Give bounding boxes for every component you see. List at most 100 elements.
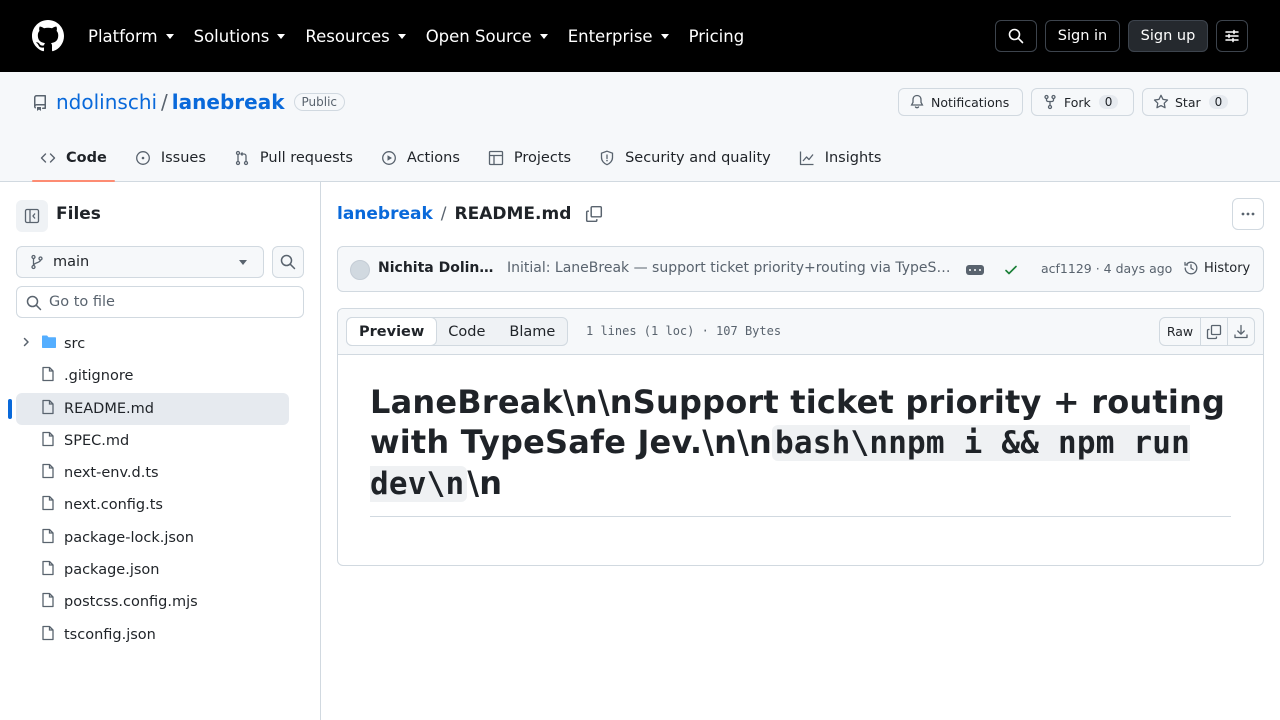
sign-up-button[interactable]: Sign up xyxy=(1128,20,1208,52)
branch-selector[interactable]: main xyxy=(16,246,264,278)
tab-code[interactable]: Code xyxy=(32,138,115,182)
star-icon xyxy=(1153,94,1169,109)
readme-heading-tail: \n xyxy=(467,464,503,502)
file-meta: 1 lines (1 loc) · 107 Bytes xyxy=(586,324,782,338)
download-raw-button[interactable] xyxy=(1227,317,1255,346)
history-button[interactable]: History xyxy=(1183,260,1250,276)
chevron-down-icon xyxy=(397,33,406,39)
tree-item-label: src xyxy=(64,336,86,352)
repo-icon xyxy=(33,95,46,111)
more-options-button[interactable] xyxy=(1232,198,1264,230)
global-nav: Platform Solutions Resources Open Source Ent… xyxy=(88,0,764,72)
breadcrumb: lanebreak / README.md xyxy=(337,204,603,224)
raw-button[interactable]: Raw xyxy=(1159,317,1201,346)
branch-name: main xyxy=(53,254,90,270)
global-nav-label: Resources xyxy=(305,26,390,46)
blame-tab[interactable]: Blame xyxy=(497,318,567,345)
copy-path-button[interactable] xyxy=(585,205,603,223)
repo-name-link[interactable]: lanebreak xyxy=(172,90,285,114)
file-icon xyxy=(40,625,56,645)
tree-file[interactable]: tsconfig.json xyxy=(0,619,321,651)
go-to-file-input[interactable]: Go to file xyxy=(16,286,304,318)
file-view: lanebreak / README.md Nichita Dolinschi … xyxy=(321,182,1280,720)
star-label: Star xyxy=(1175,94,1201,110)
bell-icon xyxy=(910,94,924,109)
breadcrumb-file: README.md xyxy=(454,204,572,224)
preview-tab[interactable]: Preview xyxy=(346,317,438,346)
tree-file[interactable]: postcss.config.mjs xyxy=(0,586,321,618)
table-icon xyxy=(488,150,504,166)
tab-insights[interactable]: Insights xyxy=(791,138,890,178)
tab-security[interactable]: Security and quality xyxy=(591,138,779,178)
commit-sha-time[interactable]: acf1129 · 4 days ago xyxy=(1041,261,1172,276)
tab-issues[interactable]: Issues xyxy=(127,138,214,178)
repository-header: ndolinschi / lanebreak Public Notificati… xyxy=(0,72,1280,182)
tree-item-label: SPEC.md xyxy=(64,432,130,449)
check-icon[interactable] xyxy=(1003,262,1019,278)
chevron-down-icon xyxy=(239,260,247,265)
code-view-tab[interactable]: Code xyxy=(436,318,497,345)
commit-message[interactable]: Initial: LaneBreak — support ticket prio… xyxy=(507,260,953,276)
sign-in-button[interactable]: Sign in xyxy=(1045,20,1120,52)
tree-file[interactable]: .gitignore xyxy=(0,360,321,392)
copy-icon xyxy=(586,205,603,223)
tree-file[interactable]: SPEC.md xyxy=(0,425,321,457)
tree-file[interactable]: next-env.d.ts xyxy=(0,457,321,489)
issue-icon xyxy=(135,151,150,165)
github-logo-icon[interactable] xyxy=(32,20,64,52)
breadcrumb-repo-link[interactable]: lanebreak xyxy=(337,204,433,224)
repo-tabs: Code Issues Pull requests Actions Projec… xyxy=(32,138,901,182)
repo-title: ndolinschi / lanebreak Public xyxy=(56,90,346,114)
search-files-button[interactable] xyxy=(272,246,304,278)
history-icon xyxy=(1184,261,1198,275)
tree-file[interactable]: package.json xyxy=(0,554,321,586)
fork-button[interactable]: Fork 0 xyxy=(1031,88,1134,116)
expand-commit-message-button[interactable] xyxy=(966,265,984,275)
global-nav-resources[interactable]: Resources xyxy=(305,26,406,46)
header-menu-button[interactable] xyxy=(1216,20,1248,52)
fork-count: 0 xyxy=(1098,95,1119,109)
readme-heading: LaneBreak\n\nSupport ticket priority + r… xyxy=(370,382,1231,517)
tree-item-label: package.json xyxy=(64,562,160,579)
tree-item-label: postcss.config.mjs xyxy=(64,594,198,611)
fork-icon xyxy=(1044,94,1056,110)
tab-actions[interactable]: Actions xyxy=(373,138,468,178)
star-button[interactable]: Star 0 xyxy=(1142,88,1248,116)
tab-pull-requests[interactable]: Pull requests xyxy=(226,138,361,178)
commit-author[interactable]: Nichita Dolinschi xyxy=(378,260,496,276)
global-header: Platform Solutions Resources Open Source Ent… xyxy=(0,0,1280,72)
global-nav-solutions[interactable]: Solutions xyxy=(194,27,286,46)
global-nav-label: Solutions xyxy=(193,26,270,46)
tree-item-label: next.config.ts xyxy=(64,497,163,514)
tab-projects[interactable]: Projects xyxy=(480,138,579,178)
tree-file[interactable]: README.md xyxy=(0,392,321,425)
readme-preview: LaneBreak\n\nSupport ticket priority + r… xyxy=(370,382,1231,517)
tree-item-label: .gitignore xyxy=(64,368,134,385)
history-label: History xyxy=(1204,260,1251,276)
repo-title-separator: / xyxy=(161,90,168,114)
global-nav-label: Enterprise xyxy=(567,26,653,46)
repo-owner-link[interactable]: ndolinschi xyxy=(56,90,157,114)
code-icon xyxy=(40,153,56,163)
visibility-badge: Public xyxy=(293,93,346,111)
tree-folder[interactable]: src xyxy=(0,328,321,360)
chevron-right-icon[interactable] xyxy=(20,336,32,352)
collapse-sidebar-button[interactable] xyxy=(16,200,48,232)
tree-file[interactable]: package-lock.json xyxy=(0,522,321,554)
global-nav-pricing[interactable]: Pricing xyxy=(689,27,745,46)
header-search-button[interactable] xyxy=(995,20,1037,52)
global-nav-enterprise[interactable]: Enterprise xyxy=(568,27,669,46)
tree-file[interactable]: next.config.ts xyxy=(0,489,321,521)
tab-label: Actions xyxy=(406,150,460,166)
file-tree-sidebar: Files main Go to file src .gitignore READM… xyxy=(0,182,321,720)
global-nav-open-source[interactable]: Open Source xyxy=(426,27,548,46)
copy-raw-button[interactable] xyxy=(1200,317,1228,346)
notifications-button[interactable]: Notifications xyxy=(898,88,1023,116)
avatar[interactable] xyxy=(350,260,370,280)
fork-label: Fork xyxy=(1064,94,1091,110)
global-nav-platform[interactable]: Platform xyxy=(88,27,174,46)
copy-icon xyxy=(1206,324,1222,339)
latest-commit-bar: Nichita Dolinschi Initial: LaneBreak — s… xyxy=(337,246,1264,292)
tab-label: Security and quality xyxy=(625,150,771,166)
tab-label: Issues xyxy=(160,150,206,166)
